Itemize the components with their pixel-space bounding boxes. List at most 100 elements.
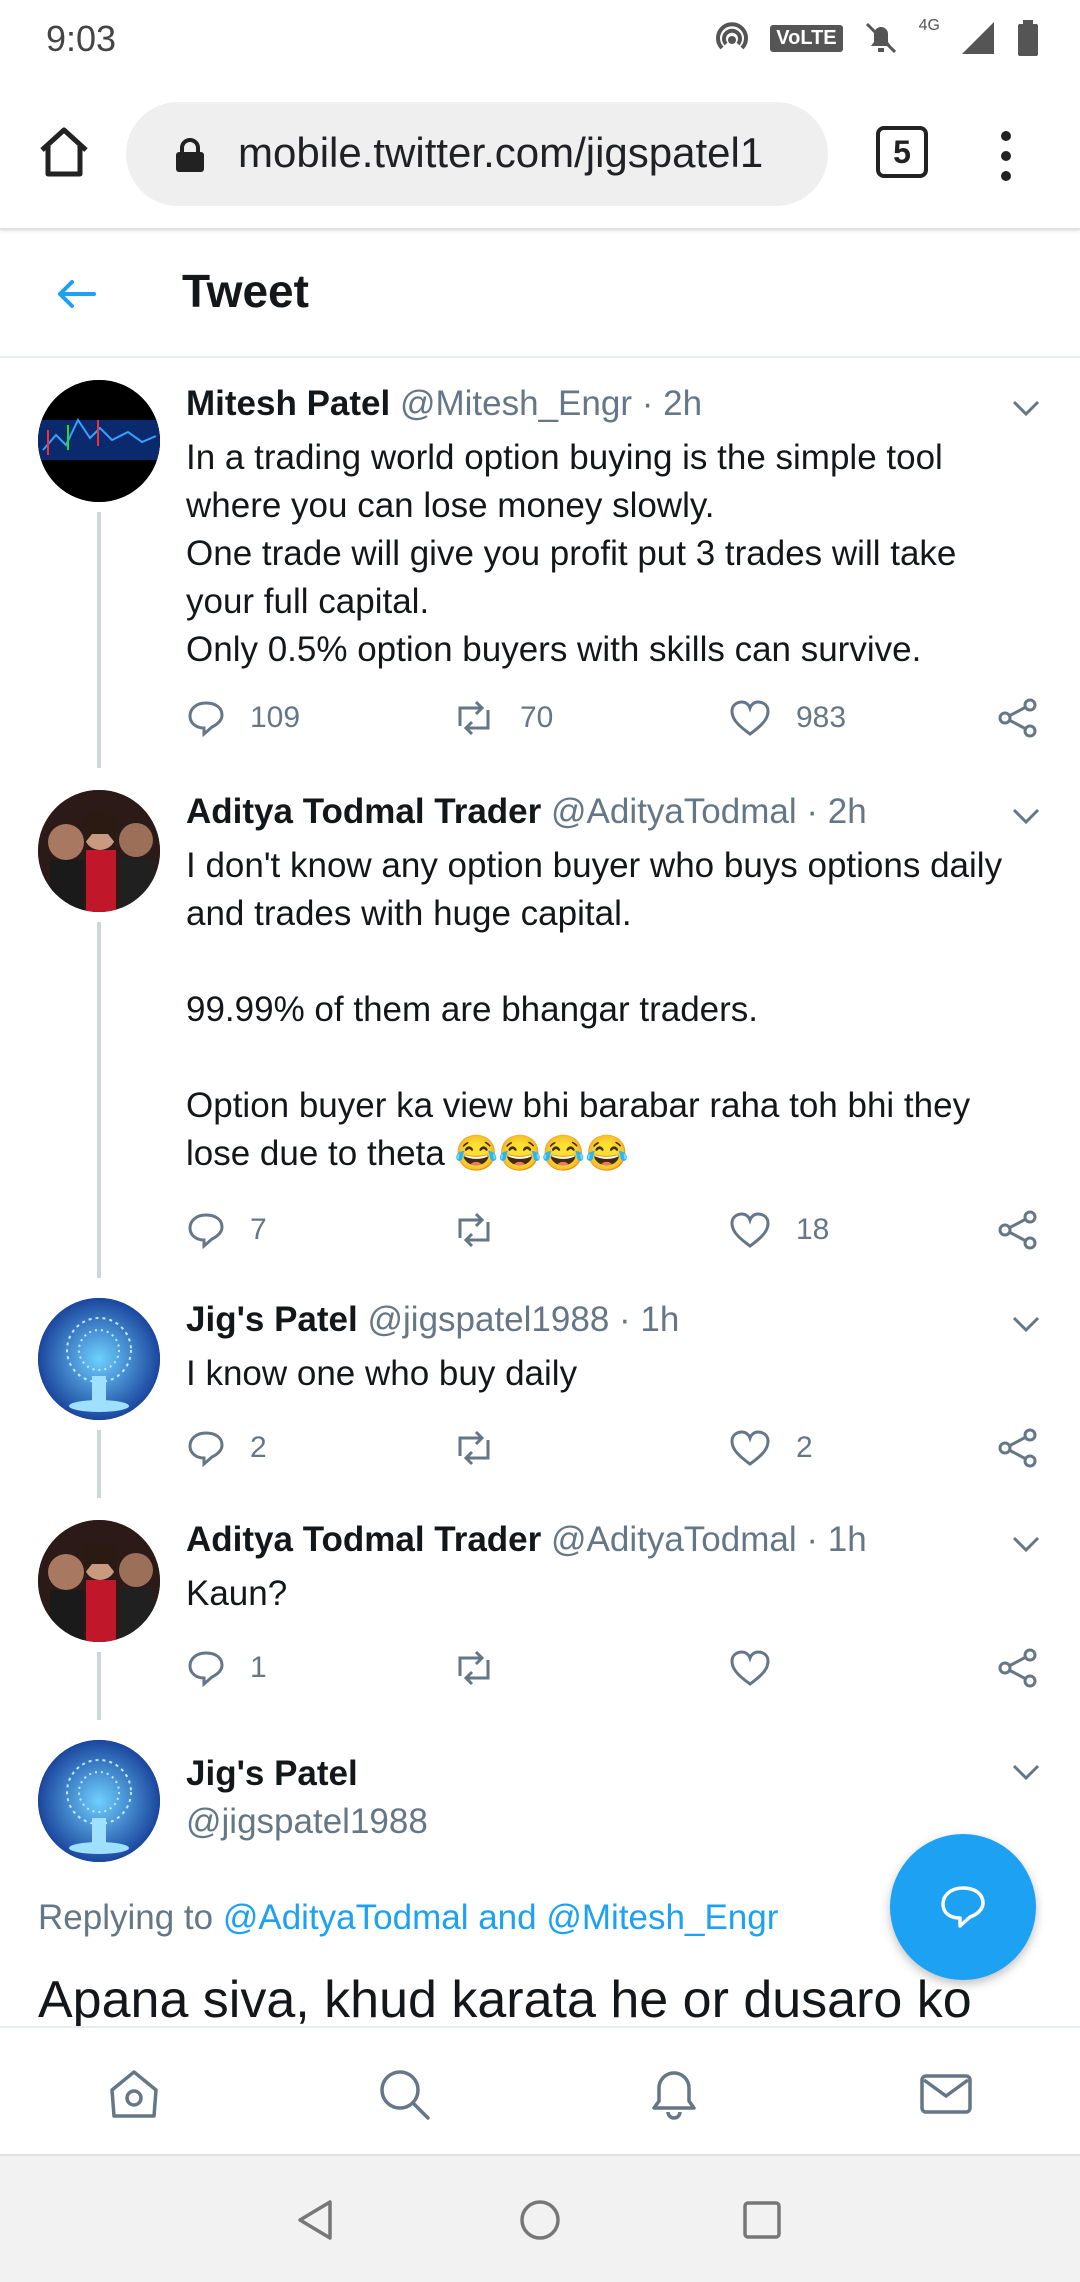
retweet-button[interactable] xyxy=(452,1200,520,1260)
tab-switcher-button[interactable]: 5 xyxy=(876,126,928,178)
more-vert-icon[interactable] xyxy=(996,128,1016,184)
share-icon xyxy=(998,1210,1037,1250)
retweet-button[interactable] xyxy=(452,1418,520,1478)
browser-toolbar: mobile.twitter.com/jigspatel1 5 xyxy=(0,80,1080,230)
hotspot-icon xyxy=(716,22,749,50)
address-bar[interactable]: mobile.twitter.com/jigspatel1 xyxy=(126,102,828,206)
tweet[interactable]: Aditya Todmal Trader @AdityaTodmal · 1h … xyxy=(0,1498,1080,1720)
tweet-author-handle[interactable]: @jigspatel1988 xyxy=(367,1300,609,1339)
tweet-author-handle[interactable]: @AdityaTodmal xyxy=(551,792,797,831)
tweet-author-handle[interactable]: @jigspatel1988 xyxy=(186,1802,428,1841)
search-icon[interactable] xyxy=(374,2064,434,2124)
tweet-actions: 7 18 xyxy=(186,1200,1056,1260)
tweet-author-handle[interactable]: @AdityaTodmal xyxy=(551,1520,797,1559)
messages-icon[interactable] xyxy=(916,2064,976,2124)
chevron-down-icon[interactable] xyxy=(1008,1306,1044,1342)
tweet-time[interactable]: 2h xyxy=(828,792,867,831)
tweet-actions: 1 xyxy=(186,1638,1056,1698)
chevron-down-icon[interactable] xyxy=(1008,1754,1044,1790)
tweet[interactable]: Jig's Patel @jigspatel1988 · 1h I know o… xyxy=(0,1278,1080,1498)
reply-count: 7 xyxy=(250,1213,267,1246)
recents-icon[interactable] xyxy=(738,2196,786,2244)
reply-button[interactable]: 1 xyxy=(186,1638,267,1698)
tweet-actions: 2 2 xyxy=(186,1418,1056,1478)
tweet-author-name[interactable]: Jig's Patel xyxy=(186,1754,358,1793)
heart-icon xyxy=(730,1430,770,1466)
like-button[interactable]: 2 xyxy=(728,1418,813,1478)
reply-count: 2 xyxy=(250,1431,267,1464)
volte-badge: VoLTE xyxy=(770,24,843,52)
retweet-icon xyxy=(458,700,490,736)
bell-off-icon xyxy=(865,22,896,54)
status-bar: 9:03 VoLTE 4G xyxy=(0,0,1080,80)
home-nav-icon[interactable] xyxy=(104,2064,164,2124)
thread-line xyxy=(97,922,101,1278)
share-button[interactable] xyxy=(998,1418,1038,1478)
tweet-time[interactable]: 1h xyxy=(640,1300,679,1339)
notifications-icon[interactable] xyxy=(644,2064,704,2124)
chevron-down-icon[interactable] xyxy=(1008,1526,1044,1562)
url-text: mobile.twitter.com/jigspatel1 xyxy=(238,129,764,176)
reply-button[interactable]: 7 xyxy=(186,1200,267,1260)
reply-button[interactable]: 2 xyxy=(186,1418,267,1478)
tweet[interactable]: Aditya Todmal Trader @AdityaTodmal · 2h … xyxy=(0,768,1080,1278)
chat-bubble-icon xyxy=(941,1886,985,1928)
share-button[interactable] xyxy=(998,1200,1038,1260)
retweet-button[interactable] xyxy=(452,1638,520,1698)
reply-mention-link[interactable]: @AdityaTodmal xyxy=(223,1898,469,1937)
tweet[interactable]: Mitesh Patel @Mitesh_Engr · 2h In a trad… xyxy=(0,356,1080,768)
retweet-icon xyxy=(458,1430,490,1466)
avatar[interactable] xyxy=(38,1520,160,1642)
like-count: 18 xyxy=(796,1213,830,1246)
back-arrow-icon[interactable] xyxy=(52,270,100,318)
avatar[interactable] xyxy=(38,790,160,912)
reply-count: 1 xyxy=(250,1651,267,1684)
thread-line xyxy=(97,512,101,768)
replying-and: and xyxy=(478,1898,537,1937)
share-button[interactable] xyxy=(998,688,1038,748)
tweet-meta: Aditya Todmal Trader @AdityaTodmal · 1h xyxy=(186,1520,867,1560)
like-button[interactable] xyxy=(728,1638,796,1698)
tweet-time[interactable]: 2h xyxy=(663,384,702,423)
replying-to: Replying to @AdityaTodmal and @Mitesh_En… xyxy=(38,1898,778,1938)
tweet-author-name[interactable]: Jig's Patel xyxy=(186,1300,358,1339)
tweet-text: I know one who buy daily xyxy=(186,1354,578,1393)
share-button[interactable] xyxy=(998,1638,1038,1698)
home-icon[interactable] xyxy=(36,124,92,180)
back-nav-icon[interactable] xyxy=(292,2196,340,2244)
tweet-author-name[interactable]: Aditya Todmal Trader xyxy=(186,792,541,831)
tweet-actions: 109 70 983 xyxy=(186,688,1056,748)
page-title: Tweet xyxy=(182,265,309,317)
reply-mention-link[interactable]: @Mitesh_Engr xyxy=(546,1898,778,1937)
status-time: 9:03 xyxy=(46,18,117,59)
chevron-down-icon[interactable] xyxy=(1008,798,1044,834)
heart-icon xyxy=(730,700,770,736)
tweet-author-name[interactable]: Mitesh Patel xyxy=(186,384,390,423)
avatar[interactable] xyxy=(38,380,160,502)
reply-button[interactable]: 109 xyxy=(186,688,300,748)
compose-reply-button[interactable] xyxy=(890,1834,1036,1980)
focused-tweet-name: Jig's Patel xyxy=(186,1754,358,1794)
heart-icon xyxy=(730,1650,770,1686)
avatar[interactable] xyxy=(38,1740,160,1862)
chevron-down-icon[interactable] xyxy=(1008,390,1044,426)
separator-dot: · xyxy=(619,1300,631,1339)
like-button[interactable]: 18 xyxy=(728,1200,829,1260)
replying-prefix: Replying to xyxy=(38,1898,214,1937)
tweet-author-name[interactable]: Aditya Todmal Trader xyxy=(186,1520,541,1559)
home-circle-icon[interactable] xyxy=(516,2196,564,2244)
reply-count: 109 xyxy=(250,701,301,734)
like-button[interactable]: 983 xyxy=(728,688,846,748)
like-count: 2 xyxy=(796,1431,813,1464)
tweet-meta: Mitesh Patel @Mitesh_Engr · 2h xyxy=(186,384,702,424)
tweet-author-handle[interactable]: @Mitesh_Engr xyxy=(400,384,632,423)
avatar[interactable] xyxy=(38,1298,160,1420)
separator-dot: · xyxy=(641,384,654,423)
lock-icon xyxy=(176,138,204,172)
separator-dot: · xyxy=(806,792,819,831)
retweet-button[interactable]: 70 xyxy=(452,688,553,748)
tweet-meta: Aditya Todmal Trader @AdityaTodmal · 2h xyxy=(186,792,867,832)
tweet-time[interactable]: 1h xyxy=(828,1520,867,1559)
retweet-icon xyxy=(458,1212,490,1248)
reply-icon xyxy=(188,1651,224,1688)
